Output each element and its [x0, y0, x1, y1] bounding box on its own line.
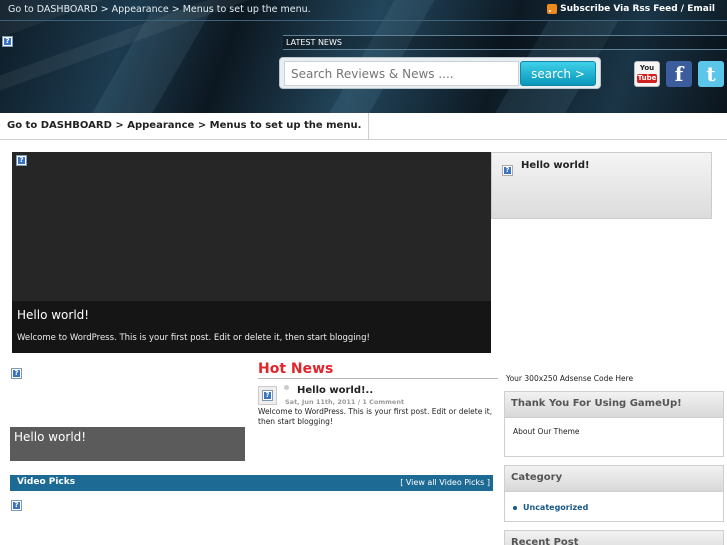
- slider-thumb-title: Hello world!: [521, 160, 590, 171]
- widget-recent-post: Recent Post: [504, 530, 724, 545]
- bullet-icon: [513, 505, 517, 510]
- subscribe-label: Subscribe Via Rss Feed / Email: [560, 4, 715, 14]
- slide-excerpt: Welcome to WordPress. This is your first…: [17, 333, 370, 343]
- latest-news-label: LATEST NEWS: [286, 38, 342, 47]
- slide-caption: Hello world! Welcome to WordPress. This …: [12, 301, 491, 353]
- youtube-label-bottom: Tube: [637, 74, 657, 83]
- twitter-icon[interactable]: t: [698, 61, 724, 87]
- search-button[interactable]: search >: [520, 61, 596, 86]
- site-header: Go to DASHBOARD > Appearance > Menus to …: [0, 0, 727, 113]
- left-post-title: Hello world!: [14, 430, 87, 444]
- video-picks-bar: Video Picks [ View all Video Picks ]: [10, 475, 493, 491]
- hot-news-heading: Hot News: [258, 361, 334, 377]
- video-picks-label: Video Picks: [17, 477, 76, 487]
- featured-slider[interactable]: Hello world! Welcome to WordPress. This …: [12, 152, 491, 353]
- header-decoration: [88, 10, 212, 113]
- widget-title: Category: [505, 466, 723, 492]
- top-bar: Go to DASHBOARD > Appearance > Menus to …: [0, 0, 727, 21]
- facebook-icon[interactable]: f: [666, 61, 692, 87]
- slider-thumb-item[interactable]: Hello world!: [491, 152, 712, 219]
- broken-image-icon: [16, 155, 27, 166]
- hot-news-post-meta: Sat, Jun 11th, 2011 / 1 Comment: [285, 398, 405, 406]
- view-all-video-picks-link[interactable]: [ View all Video Picks ]: [400, 478, 490, 487]
- broken-image-icon[interactable]: [11, 500, 22, 511]
- widget-title: Recent Post: [505, 531, 723, 545]
- youtube-icon[interactable]: You Tube: [634, 61, 660, 87]
- category-label: Uncategorized: [523, 503, 589, 512]
- category-item[interactable]: Uncategorized: [513, 501, 715, 512]
- hot-news-post-excerpt: Welcome to WordPress. This is your first…: [258, 407, 493, 426]
- search-box: search >: [279, 57, 601, 89]
- subscribe-link[interactable]: Subscribe Via Rss Feed / Email: [547, 4, 715, 14]
- broken-image-icon: [502, 165, 513, 176]
- widget-title: Thank You For Using GameUp!: [505, 392, 723, 418]
- widget-body: About Our Theme: [513, 427, 580, 436]
- rss-icon: [547, 4, 558, 14]
- hot-news-post-title[interactable]: Hello world!..: [297, 385, 373, 396]
- hot-news-thumbnail[interactable]: [258, 386, 277, 405]
- left-post-title-box[interactable]: Hello world!: [10, 427, 245, 461]
- top-menu-link[interactable]: Go to DASHBOARD > Appearance > Menus to …: [8, 4, 311, 15]
- main-nav: Go to DASHBOARD > Appearance > Menus to …: [0, 113, 727, 140]
- widget-body: Uncategorized: [505, 492, 723, 521]
- divider: [258, 378, 498, 379]
- slide-title[interactable]: Hello world!: [17, 308, 89, 322]
- latest-news-bar: LATEST NEWS: [283, 35, 727, 50]
- nav-item-setup-menu[interactable]: Go to DASHBOARD > Appearance > Menus to …: [0, 113, 370, 139]
- broken-image-icon[interactable]: [2, 36, 13, 47]
- adsense-placeholder: Your 300x250 Adsense Code Here: [506, 374, 634, 383]
- widget-category: Category Uncategorized: [504, 465, 724, 522]
- search-input[interactable]: [284, 61, 519, 86]
- bullet-icon: [284, 385, 289, 390]
- broken-image-icon: [262, 390, 273, 401]
- broken-image-icon[interactable]: [11, 368, 22, 379]
- widget-thank-you: Thank You For Using GameUp! About Our Th…: [504, 391, 724, 457]
- youtube-label-top: You: [639, 64, 655, 72]
